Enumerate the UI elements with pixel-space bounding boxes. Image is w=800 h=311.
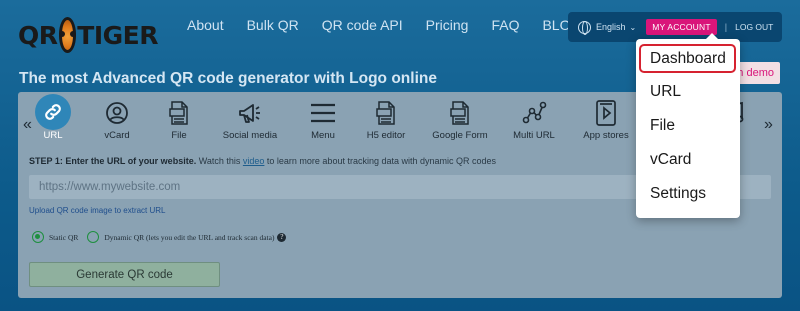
static-qr-label: Static QR <box>49 232 79 242</box>
tab-google-form[interactable]: Google Form <box>425 100 495 152</box>
video-link[interactable]: video <box>243 156 265 166</box>
nav-about[interactable]: About <box>187 17 224 33</box>
step-title: STEP 1: Enter the URL of your website. <box>29 156 197 166</box>
tab-label: File <box>171 130 187 141</box>
qr-mode-options: Static QR Dynamic QR (lets you edit the … <box>32 231 287 243</box>
language-selector[interactable]: English <box>596 22 626 32</box>
step-suffix-text: to learn more about tracking data with d… <box>264 156 497 166</box>
tab-file[interactable]: File <box>144 100 214 152</box>
megaphone-icon <box>215 100 285 126</box>
link-icon <box>35 94 71 130</box>
nav-pricing[interactable]: Pricing <box>426 17 469 33</box>
logo-text-qr: QR <box>18 20 58 50</box>
chevron-down-icon[interactable]: ⌄ <box>630 23 637 32</box>
account-bar: English ⌄ MY ACCOUNT | LOG OUT <box>568 12 782 42</box>
tab-label: Social media <box>222 130 278 141</box>
tab-app-stores[interactable]: App stores <box>571 100 641 152</box>
main-nav: About Bulk QR QR code API Pricing FAQ BL… <box>187 17 604 33</box>
pdf-file-icon <box>144 100 214 126</box>
hamburger-icon <box>288 100 358 126</box>
help-icon[interactable]: ? <box>277 232 287 242</box>
qrtiger-logo[interactable]: QR TIGER <box>18 14 158 56</box>
separator: | <box>724 22 728 32</box>
tab-multi-url[interactable]: Multi URL <box>499 100 569 152</box>
menu-item-settings[interactable]: Settings <box>650 185 706 203</box>
generate-qr-button[interactable]: Generate QR code <box>29 262 220 287</box>
logout-link[interactable]: LOG OUT <box>735 22 773 32</box>
menu-item-vcard[interactable]: vCard <box>650 151 691 169</box>
logo-text-tiger: TIGER <box>77 20 158 50</box>
tab-social-media[interactable]: Social media <box>215 100 285 152</box>
upload-qr-link[interactable]: Upload QR code image to extract URL <box>29 206 166 215</box>
step-watch-text: Watch this <box>196 156 243 166</box>
tiger-icon <box>58 17 77 53</box>
html-file-icon <box>351 100 421 126</box>
tab-vcard[interactable]: vCard <box>82 100 152 152</box>
contact-icon <box>82 100 152 126</box>
nav-faq[interactable]: FAQ <box>491 17 519 33</box>
tab-label: Multi URL <box>513 130 555 141</box>
menu-item-url[interactable]: URL <box>650 83 681 101</box>
nav-bulk-qr[interactable]: Bulk QR <box>247 17 299 33</box>
tab-label: URL <box>43 130 63 141</box>
step-instructions: STEP 1: Enter the URL of your website. W… <box>29 156 496 166</box>
tab-label: Menu <box>311 130 335 141</box>
tab-label: App stores <box>583 130 629 141</box>
dynamic-qr-label: Dynamic QR (lets you edit the URL and tr… <box>104 232 275 242</box>
tab-menu[interactable]: Menu <box>288 100 358 152</box>
tab-url[interactable]: URL <box>18 94 88 152</box>
network-icon <box>499 100 569 126</box>
tab-h5-editor[interactable]: H5 editor <box>351 100 421 152</box>
page-title: The most Advanced QR code generator with… <box>19 70 437 87</box>
account-dropdown-menu: Dashboard URL File vCard Settings <box>636 33 740 218</box>
static-qr-radio[interactable] <box>32 231 44 243</box>
tab-label: H5 editor <box>366 130 406 141</box>
nav-qr-code-api[interactable]: QR code API <box>322 17 403 33</box>
app-icon <box>571 100 641 126</box>
tab-label: Google Form <box>432 130 488 141</box>
menu-item-dashboard[interactable]: Dashboard <box>639 44 736 73</box>
tab-label: vCard <box>104 130 130 141</box>
dynamic-qr-radio[interactable] <box>87 231 100 243</box>
form-icon <box>425 100 495 126</box>
menu-item-file[interactable]: File <box>650 117 675 135</box>
globe-icon[interactable] <box>578 20 591 35</box>
